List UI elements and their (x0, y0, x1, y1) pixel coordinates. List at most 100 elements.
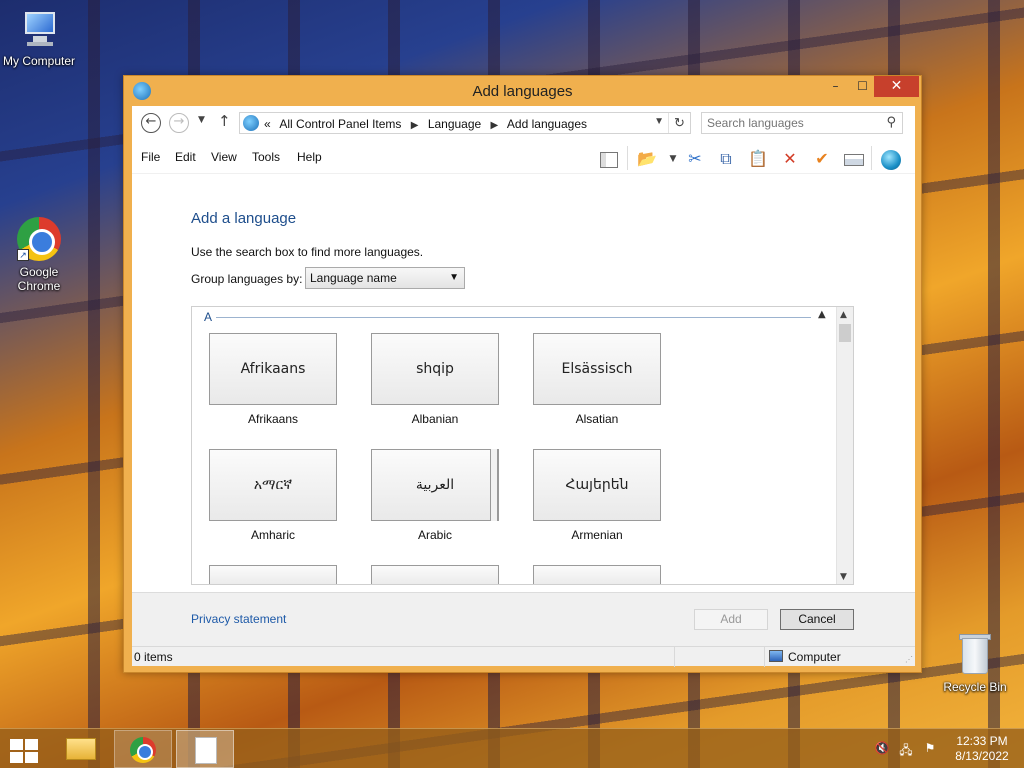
language-tile-alsatian[interactable]: Elsässisch Alsatian (533, 333, 661, 426)
folder-properties-icon[interactable]: 📂 (635, 148, 659, 170)
taskbar-file-explorer[interactable] (52, 730, 110, 768)
refresh-button[interactable]: ↻ (668, 113, 690, 133)
multiple-variants-indicator (490, 449, 498, 521)
recent-locations-dropdown[interactable]: ▼ (198, 115, 205, 125)
desktop-icon-label: My Computer (2, 54, 76, 68)
menu-view[interactable]: View (211, 150, 237, 164)
taskbar: 🔇 🖧 ⚑ 12:33 PM 8/13/2022 (0, 728, 1024, 768)
language-list[interactable]: A ▲ Afrikaans Afrikaans shqip Albanian E… (191, 306, 854, 585)
breadcrumb-separator-icon[interactable]: ▶ (491, 120, 499, 131)
menu-file[interactable]: File (141, 150, 160, 164)
taskbar-control-panel-window[interactable] (176, 730, 234, 768)
globe-icon[interactable] (879, 148, 903, 170)
menu-bar: File Edit View Tools Help 📂 ▼ ✂ ⧉ 📋 ✕ ✔ (132, 142, 915, 174)
checkmark-icon[interactable]: ✔ (810, 148, 834, 170)
search-input[interactable] (702, 113, 878, 133)
desktop-icon-google-chrome[interactable]: ↗ Google Chrome (0, 217, 78, 293)
group-by-label: Group languages by: (191, 272, 303, 286)
system-clock[interactable]: 12:33 PM 8/13/2022 (950, 734, 1014, 764)
delete-icon[interactable]: ✕ (778, 148, 802, 170)
language-native-name: Afrikaans (209, 333, 337, 405)
breadcrumb-separator-icon[interactable]: ▶ (411, 120, 419, 131)
desktop-icon-label: Recycle Bin (943, 680, 1007, 694)
language-tile-partial[interactable] (209, 565, 337, 584)
clock-time: 12:33 PM (956, 734, 1008, 748)
menu-help[interactable]: Help (297, 150, 322, 164)
search-hint: Use the search box to find more language… (191, 245, 424, 259)
language-tile-arabic[interactable]: العربية Arabic (371, 449, 499, 542)
language-tile-afrikaans[interactable]: Afrikaans Afrikaans (209, 333, 337, 426)
language-tile-armenian[interactable]: Հայերեն Armenian (533, 449, 661, 542)
collapse-group-icon[interactable]: ▲ (818, 309, 826, 320)
menu-tools[interactable]: Tools (252, 150, 280, 164)
language-native-name: Հայերեն (533, 449, 661, 521)
action-center-icon[interactable]: ⚑ (922, 741, 938, 757)
language-tile-albanian[interactable]: shqip Albanian (371, 333, 499, 426)
content-area: Add a language Use the search box to fin… (132, 175, 915, 592)
desktop-icon-recycle-bin[interactable]: Recycle Bin (936, 632, 1014, 694)
scroll-up-icon[interactable]: ▲ (840, 310, 847, 320)
page-title: Add a language (191, 210, 297, 227)
toolbar-divider (627, 146, 628, 170)
computer-icon (19, 10, 59, 50)
language-native-name: shqip (371, 333, 499, 405)
status-divider (674, 647, 675, 667)
folder-options-dropdown-icon[interactable]: ▼ (661, 148, 685, 170)
close-button[interactable]: ✕ (874, 76, 919, 97)
search-box[interactable]: ⚲ (701, 112, 903, 134)
layout-pane-icon[interactable] (597, 148, 621, 170)
toolbar-divider (871, 146, 872, 170)
scroll-down-icon[interactable]: ▼ (840, 572, 847, 582)
language-tile-partial[interactable] (371, 565, 499, 584)
network-icon[interactable]: 🖧 (898, 741, 914, 757)
scroll-thumb[interactable] (839, 324, 851, 342)
language-tile-partial[interactable] (533, 565, 661, 584)
start-button[interactable] (8, 737, 38, 763)
shortcut-arrow-icon: ↗ (17, 249, 29, 261)
group-by-value: Language name (310, 271, 397, 285)
menu-edit[interactable]: Edit (175, 150, 196, 164)
title-bar[interactable]: Add languages – ☐ ✕ (124, 76, 921, 106)
group-header-letter: A (204, 310, 213, 324)
language-tile-amharic[interactable]: አማርኛ Amharic (209, 449, 337, 542)
breadcrumb: « All Control Panel Items ▶ Language ▶ A… (264, 117, 593, 131)
breadcrumb-language[interactable]: Language (428, 117, 481, 131)
add-languages-window: Add languages – ☐ ✕ ← → ▼ ↑ « All Contro… (123, 75, 922, 673)
language-name: Arabic (417, 528, 452, 542)
breadcrumb-prefix[interactable]: « (264, 117, 271, 131)
search-icon[interactable]: ⚲ (886, 115, 896, 130)
volume-muted-icon[interactable]: 🔇 (874, 741, 890, 757)
desktop-icon-label: Google Chrome (17, 265, 61, 293)
cancel-button[interactable]: Cancel (780, 609, 854, 630)
copy-icon[interactable]: ⧉ (714, 148, 738, 170)
control-panel-icon (243, 115, 259, 131)
document-icon (195, 737, 217, 764)
privacy-statement-link[interactable]: Privacy statement (191, 612, 286, 626)
cut-icon[interactable]: ✂ (683, 148, 707, 170)
properties-icon[interactable] (842, 148, 866, 170)
minimize-button[interactable]: – (822, 76, 849, 97)
breadcrumb-all-control-panel-items[interactable]: All Control Panel Items (279, 117, 401, 131)
recycle-bin-icon (958, 632, 992, 676)
group-by-select[interactable]: Language name ▼ (305, 267, 465, 289)
desktop-icon-my-computer[interactable]: My Computer (0, 10, 78, 68)
forward-button[interactable]: → (169, 113, 189, 133)
breadcrumb-add-languages[interactable]: Add languages (507, 117, 587, 131)
clock-date: 8/13/2022 (955, 749, 1009, 763)
address-dropdown-icon[interactable]: ▼ (654, 116, 664, 127)
up-button[interactable]: ↑ (218, 112, 231, 130)
paste-icon[interactable]: 📋 (746, 148, 770, 170)
status-bar: 0 items Computer ⋰ (132, 646, 915, 667)
folder-icon (66, 738, 96, 760)
maximize-button[interactable]: ☐ (849, 76, 876, 97)
taskbar-chrome[interactable] (114, 730, 172, 768)
vertical-scrollbar[interactable]: ▲ ▼ (836, 307, 853, 584)
back-button[interactable]: ← (141, 113, 161, 133)
resize-grip-icon[interactable]: ⋰ (905, 655, 913, 664)
chrome-icon (130, 737, 156, 763)
add-button[interactable]: Add (694, 609, 768, 630)
address-bar[interactable]: « All Control Panel Items ▶ Language ▶ A… (239, 112, 691, 134)
language-name: Armenian (571, 528, 623, 542)
item-count: 0 items (134, 650, 173, 664)
language-native-name: Elsässisch (533, 333, 661, 405)
